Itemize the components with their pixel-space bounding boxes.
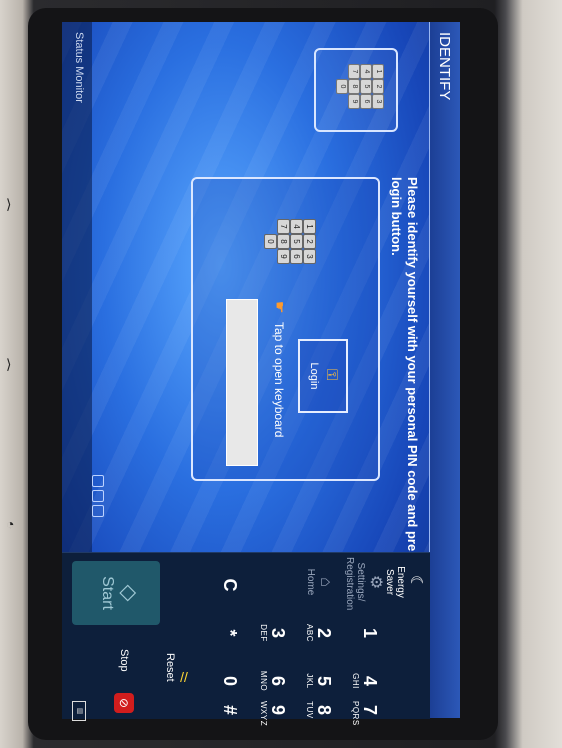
keypad-key: 8 [277,234,290,249]
keypad-icon: 1 2 3 4 5 6 7 8 9 0 [258,219,316,265]
diamond-icon: ◇ [117,584,142,602]
key-clear[interactable]: C [202,561,240,609]
keypad-key: 3 [303,249,316,264]
keypad-key: 5 [290,234,303,249]
home-icon: ⌂ [317,577,334,587]
key-5[interactable]: 5 JKL [296,657,334,705]
device-side-icons: ⟩ ⟩ ◔ [2,0,26,748]
title-bar: IDENTIFY [429,22,460,718]
indicator-icon [92,475,104,487]
reset-button[interactable]: Reset [164,653,176,682]
key-star[interactable]: * [202,609,240,657]
keypad-key: 7 [277,219,290,234]
login-button[interactable]: ⚿ Login [298,339,348,413]
key-6[interactable]: 6 MNO [250,657,288,705]
energy-saver-button[interactable]: ☾ Energy Saver [384,557,424,607]
keypad-key: 6 [290,249,303,264]
side-arrow-icon: ⟩ [6,196,12,212]
keypad-key: 4 [290,219,303,234]
key-4[interactable]: 4 GHI [342,657,380,705]
reset-icon: // [180,668,188,685]
keypad-key: 8 [348,79,360,94]
keypad-key: 9 [277,249,290,264]
pin-input[interactable] [226,299,258,466]
settings-registration-button[interactable]: ⚙ Settings/ Registration [344,557,384,610]
pointer-icon: ☛ [272,301,288,314]
key-3[interactable]: 3 DEF [250,609,288,657]
screen-content: IDENTIFY 1 2 3 4 5 6 7 8 9 0 Please iden… [62,22,460,726]
key-hash[interactable]: # [202,701,240,719]
login-label: Login [308,362,320,390]
key-2[interactable]: 2 ABC [296,609,334,657]
gear-icon: ⚙ [367,574,384,590]
indicator-icon [92,505,104,517]
status-bar: Status Monitor [62,22,92,552]
control-panel: ☾ Energy Saver ⚙ Settings/ Registration … [62,552,430,726]
page-title: IDENTIFY [436,32,453,101]
home-button[interactable]: ⌂ Home [305,557,334,607]
keypad-key: 7 [348,64,360,79]
keypad-key: 4 [360,64,372,79]
counter-icon[interactable]: ▥ [72,701,86,721]
stop-button[interactable]: ⊘ [114,693,134,713]
status-monitor-button[interactable]: Status Monitor [73,32,85,103]
keypad-icon: 1 2 3 4 5 6 7 8 9 0 [328,64,384,114]
keypad-key: 6 [360,94,372,109]
side-arrow-icon: ⟩ [6,356,12,372]
keypad-key: 0 [264,234,277,249]
key-1[interactable]: 1 [342,609,380,657]
crescent-moon-icon: ☾ [407,574,424,590]
key-9[interactable]: 9 WXYZ [250,701,288,726]
start-button[interactable]: ◇ Start [72,561,160,625]
tap-to-open-keyboard-label: Tap to open keyboard [272,322,286,438]
keypad-key: 1 [303,219,316,234]
side-power-icon: ◔ [6,516,15,532]
stop-icon: ⊘ [117,697,131,709]
key-0[interactable]: 0 [202,657,240,705]
indicator-icon [92,490,104,502]
stop-label: Stop [118,649,130,672]
login-panel: 1 2 3 4 5 6 7 8 9 0 ☛ Tap to open keyboa… [191,177,380,481]
keypad-key: 2 [303,234,316,249]
keypad-key: 0 [336,79,348,94]
pin-method-button[interactable]: 1 2 3 4 5 6 7 8 9 0 [314,48,398,132]
key-7[interactable]: 7 PQRS [342,701,380,726]
keypad-key: 2 [372,79,384,94]
key-8[interactable]: 8 TUV [296,701,334,719]
keypad-key: 5 [360,79,372,94]
key-icon: ⚿ [323,369,340,381]
keypad-key: 9 [348,94,360,109]
keypad-key: 3 [372,94,384,109]
keypad-key: 1 [372,64,384,79]
instruction-text: Please identify yourself with your perso… [389,177,420,589]
